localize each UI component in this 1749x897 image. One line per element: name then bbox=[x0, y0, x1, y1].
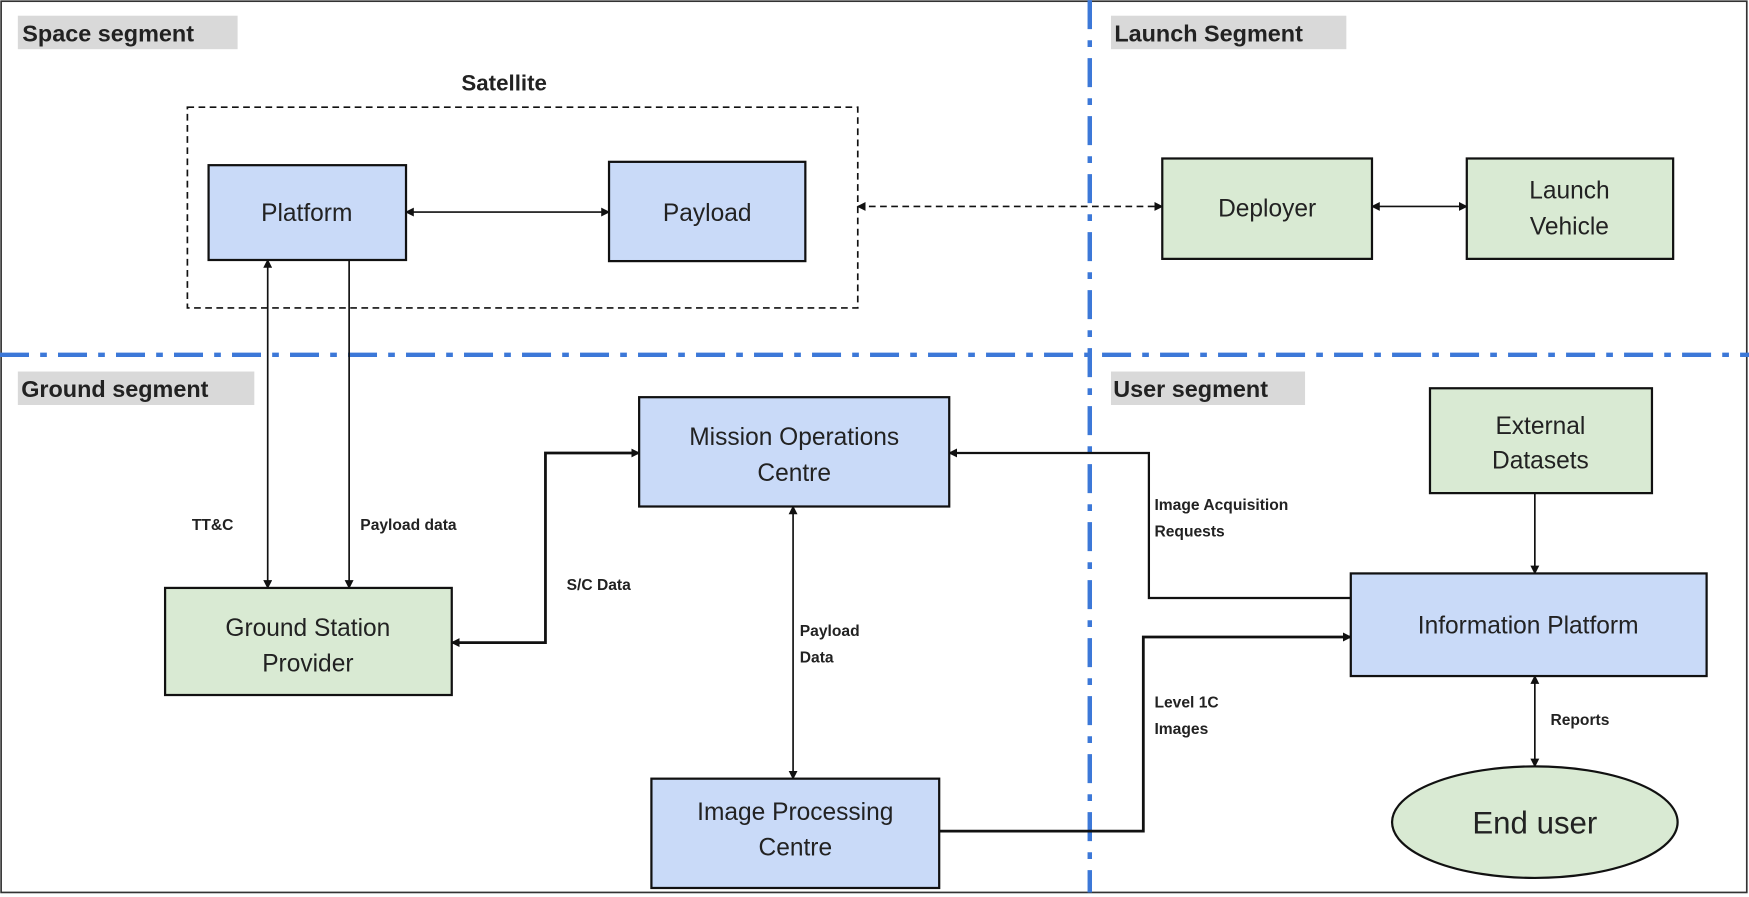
label-reports: Reports bbox=[1550, 712, 1609, 729]
node-mission-operations-centre: Mission Operations Centre bbox=[638, 396, 951, 508]
svg-text:Datasets: Datasets bbox=[1492, 448, 1589, 475]
svg-text:Payload: Payload bbox=[663, 200, 752, 227]
svg-text:Vehicle: Vehicle bbox=[1530, 213, 1609, 240]
launch-segment-text: Launch Segment bbox=[1114, 20, 1303, 46]
label-sc-data: S/C Data bbox=[567, 577, 632, 594]
ground-segment-label: Ground segment bbox=[17, 371, 255, 405]
svg-text:Centre: Centre bbox=[759, 835, 833, 862]
launch-segment-label: Launch Segment bbox=[1110, 15, 1347, 50]
user-segment-text: User segment bbox=[1113, 376, 1268, 402]
label-payload-data: Payload data bbox=[360, 517, 457, 534]
satellite-group-title: Satellite bbox=[461, 70, 547, 95]
label-image-requests: Image Acquisition bbox=[1154, 497, 1288, 514]
system-architecture-diagram: Space segment Launch Segment Ground segm… bbox=[0, 0, 1749, 894]
label-level1c: Level 1C bbox=[1154, 694, 1218, 711]
edge-image-requests bbox=[948, 448, 1351, 600]
node-information-platform: Information Platform bbox=[1349, 572, 1708, 678]
edge-sc-data bbox=[450, 448, 641, 648]
svg-text:Image Processing: Image Processing bbox=[697, 799, 893, 826]
node-external-datasets: External Datasets bbox=[1428, 387, 1654, 495]
label-ttc: TT&C bbox=[192, 517, 234, 534]
svg-text:Centre: Centre bbox=[757, 460, 831, 487]
svg-text:End user: End user bbox=[1472, 805, 1597, 840]
node-deployer: Deployer bbox=[1161, 157, 1374, 260]
node-end-user: End user bbox=[1390, 765, 1679, 880]
node-launch-vehicle: Launch Vehicle bbox=[1465, 157, 1675, 260]
node-image-processing-centre: Image Processing Centre bbox=[650, 777, 941, 890]
svg-text:Deployer: Deployer bbox=[1218, 195, 1316, 222]
label-image-requests-line2: Requests bbox=[1154, 524, 1225, 541]
node-payload: Payload bbox=[607, 160, 807, 263]
svg-text:Information Platform: Information Platform bbox=[1418, 613, 1639, 640]
space-segment-text: Space segment bbox=[22, 20, 194, 46]
svg-text:Provider: Provider bbox=[262, 651, 353, 678]
label-level1c-line2: Images bbox=[1154, 721, 1208, 738]
svg-text:Mission Operations: Mission Operations bbox=[689, 424, 899, 451]
label-payload-data-2: Payload bbox=[800, 623, 860, 640]
node-platform: Platform bbox=[207, 164, 408, 262]
edge-level1c-images bbox=[939, 632, 1352, 833]
user-segment-label: User segment bbox=[1110, 371, 1306, 405]
ground-segment-text: Ground segment bbox=[21, 376, 208, 402]
node-ground-station-provider: Ground Station Provider bbox=[163, 586, 453, 697]
svg-text:Ground Station: Ground Station bbox=[225, 615, 390, 642]
label-payload-data-2-line2: Data bbox=[800, 650, 834, 667]
svg-text:Launch: Launch bbox=[1529, 178, 1609, 205]
svg-text:External: External bbox=[1495, 413, 1585, 440]
svg-text:Platform: Platform bbox=[261, 200, 352, 227]
space-segment-label: Space segment bbox=[17, 15, 238, 50]
